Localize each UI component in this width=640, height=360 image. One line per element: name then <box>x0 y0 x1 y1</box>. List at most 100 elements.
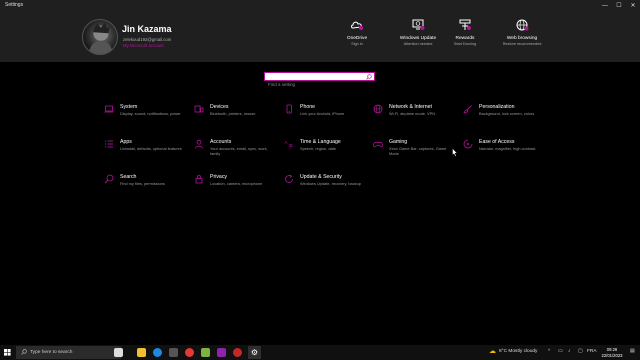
weather-icon[interactable]: ☁ <box>489 347 496 355</box>
file-explorer-icon[interactable] <box>137 348 146 357</box>
onedrive-action[interactable]: OneDrive Sign in <box>333 19 381 47</box>
category-title: Personalization <box>479 104 515 110</box>
category-update-security[interactable]: Update & Security Windows Update, recove… <box>284 174 372 200</box>
search-icon <box>104 174 114 184</box>
phone-icon <box>286 104 292 114</box>
person-icon <box>195 139 203 149</box>
category-title: Ease of Access <box>479 139 515 145</box>
category-title: Devices <box>210 104 229 110</box>
maximize-button[interactable]: ☐ <box>612 0 626 11</box>
category-apps[interactable]: Apps Uninstall, defaults, optional featu… <box>104 139 192 165</box>
cortana-app-icon[interactable] <box>114 348 123 357</box>
category-ease-of-access[interactable]: Ease of Access Narrator, magnifier, high… <box>463 139 551 165</box>
network-icon[interactable]: ▭ <box>558 349 563 354</box>
app-icon[interactable] <box>233 348 242 357</box>
title-bar: Settings — ☐ ✕ <box>0 0 640 11</box>
rewards-action[interactable]: Rewards Start Earning <box>441 19 489 47</box>
web-browsing-title: Web browsing <box>506 36 538 41</box>
category-description: Narrator, magnifier, high contrast <box>479 146 536 151</box>
devices-icon <box>194 105 204 113</box>
windows-update-title: Windows Update <box>399 36 437 41</box>
category-accounts[interactable]: Accounts Your accounts, email, sync, wor… <box>194 139 282 165</box>
app-icon[interactable] <box>217 348 226 357</box>
speaker-icon[interactable]: ♪ <box>568 349 570 354</box>
category-time-language[interactable]: A 字 Time & Language Speech, region, date <box>284 139 372 165</box>
category-title: Accounts <box>210 139 232 145</box>
user-email: zelekoud192@gmail.com <box>123 37 172 42</box>
category-personalization[interactable]: Personalization Background, lock screen,… <box>463 104 551 130</box>
laptop-icon <box>104 105 114 113</box>
category-description: Bluetooth, printers, mouse <box>210 111 256 116</box>
brush-icon <box>463 105 472 114</box>
weather-text[interactable]: 8°C Mostly cloudy <box>499 349 537 354</box>
avatar-image <box>88 22 114 54</box>
category-description: Xbox Game Bar, captures, Game Mode <box>389 146 447 156</box>
avatar[interactable] <box>82 19 118 55</box>
taskbar-search-box[interactable]: Type here to search <box>16 346 121 359</box>
category-privacy[interactable]: Privacy Location, camera, microphone <box>194 174 282 200</box>
time-language-icon: A 字 <box>285 140 294 149</box>
category-description: Speech, region, date <box>300 146 336 151</box>
settings-gear-icon[interactable]: ⚙ <box>250 348 259 357</box>
chrome-icon[interactable] <box>185 348 194 357</box>
close-button[interactable]: ✕ <box>626 0 640 11</box>
category-title: Search <box>120 174 137 180</box>
category-description: Windows Update, recovery, backup <box>300 181 361 186</box>
account-header: Jin Kazama zelekoud192@gmail.com My Micr… <box>0 11 640 62</box>
onedrive-icon <box>351 21 364 31</box>
category-gaming[interactable]: Gaming Xbox Game Bar, captures, Game Mod… <box>373 139 461 165</box>
language-indicator[interactable]: FRA <box>587 349 597 354</box>
edge-icon[interactable] <box>153 348 162 357</box>
store-icon[interactable] <box>169 348 178 357</box>
category-title: Network & Internet <box>389 104 432 110</box>
category-description: Location, camera, microphone <box>210 181 263 186</box>
web-browsing-action[interactable]: Web browsing Restore recommended <box>498 19 546 47</box>
taskbar-clock[interactable]: 09:26 22/01/2023 <box>598 347 626 358</box>
category-description: Link your Android, iPhone <box>300 111 345 116</box>
ease-of-access-icon <box>463 139 473 149</box>
rewards-icon <box>459 19 471 30</box>
windows-start-icon[interactable] <box>4 349 11 356</box>
category-network-internet[interactable]: Network & Internet Wi-Fi, airplane mode,… <box>373 104 461 130</box>
settings-search-input[interactable] <box>265 81 363 88</box>
globe-icon <box>373 104 383 114</box>
display-icon[interactable]: ▢ <box>578 349 583 354</box>
tray-overflow-icon[interactable]: ^ <box>548 349 550 354</box>
category-phone[interactable]: Phone Link your Android, iPhone <box>284 104 372 130</box>
windows-update-subtitle: Attention needed <box>403 42 433 46</box>
taskbar-search-placeholder: Type here to search <box>30 350 73 355</box>
mouse-cursor-icon <box>452 148 458 157</box>
user-name: Jin Kazama <box>122 24 172 34</box>
search-icon <box>21 349 27 355</box>
update-icon <box>285 174 293 183</box>
category-title: Apps <box>120 139 132 145</box>
category-title: Update & Security <box>300 174 342 180</box>
settings-search-box[interactable] <box>264 72 375 88</box>
category-description: Background, lock screen, colors <box>479 111 535 116</box>
windows-update-action[interactable]: Windows Update Attention needed <box>394 19 442 47</box>
windows-update-icon <box>412 19 425 30</box>
search-icon[interactable] <box>366 74 372 80</box>
category-description: Wi-Fi, airplane mode, VPN <box>389 111 436 116</box>
category-description: Uninstall, defaults, optional features <box>120 146 182 151</box>
rewards-subtitle: Start Earning <box>453 42 477 46</box>
web-browsing-icon <box>516 19 529 31</box>
minimize-button[interactable]: — <box>598 0 612 11</box>
category-devices[interactable]: Devices Bluetooth, printers, mouse <box>194 104 282 130</box>
web-browsing-subtitle: Restore recommended <box>502 42 542 46</box>
category-title: Phone <box>300 104 316 110</box>
apps-icon <box>105 140 113 148</box>
onedrive-title: OneDrive <box>346 36 368 41</box>
microsoft-account-link[interactable]: My Microsoft account <box>123 43 164 48</box>
category-system[interactable]: System Display, sound, notifications, po… <box>104 104 192 130</box>
svg-text:字: 字 <box>289 143 294 149</box>
category-description: Your accounts, email, sync, work, family <box>210 146 268 156</box>
category-search[interactable]: Search Find my files, permissions <box>104 174 192 200</box>
app-icon[interactable] <box>201 348 210 357</box>
category-title: System <box>120 104 138 110</box>
notification-icon[interactable]: ▤ <box>630 349 635 354</box>
category-title: Privacy <box>210 174 228 180</box>
svg-text:A: A <box>285 140 288 145</box>
category-title: Gaming <box>389 139 408 145</box>
gamepad-icon <box>373 142 383 148</box>
